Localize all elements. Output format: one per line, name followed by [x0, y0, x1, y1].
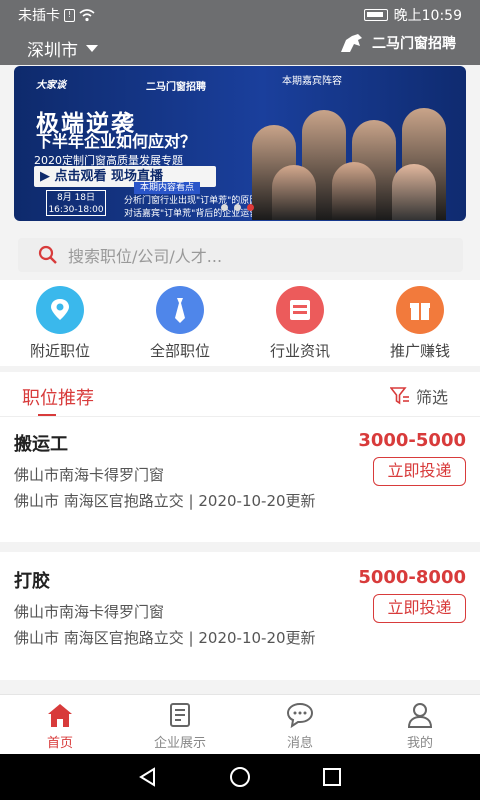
banner-logo-left: 大家谈: [36, 80, 66, 91]
category-industry-news[interactable]: 行业资讯: [240, 280, 360, 366]
search-input[interactable]: 搜索职位/公司/人才...: [18, 238, 463, 272]
filter-icon: [389, 387, 409, 405]
city-selector[interactable]: 深圳市: [27, 36, 98, 61]
category-label: 全部职位: [149, 342, 210, 360]
status-left: 未插卡 !: [18, 5, 95, 25]
recents-icon[interactable]: [321, 766, 343, 788]
banner-date: 8月 18日 16:30-18:00: [46, 190, 106, 216]
home-icon: [48, 704, 72, 727]
city-label: 深圳市: [27, 41, 78, 61]
tab-label: 消息: [286, 736, 313, 751]
category-all-jobs[interactable]: 全部职位: [120, 280, 240, 366]
chat-icon: [286, 702, 314, 729]
category-nearby-jobs[interactable]: 附近职位: [0, 280, 120, 366]
banner-logo-right: 二马门窗招聘: [146, 82, 206, 93]
tab-recommended-jobs[interactable]: 职位推荐: [22, 384, 94, 410]
divider: [0, 680, 480, 694]
banner-question: 下半年企业如何应对？: [36, 132, 197, 151]
banner-date-month: 8月: [56, 193, 72, 203]
category-label: 附近职位: [29, 342, 90, 360]
category-promote-earn[interactable]: 推广赚钱: [360, 280, 480, 366]
tab-label: 我的: [406, 736, 433, 751]
filter-button[interactable]: 筛选: [389, 384, 448, 408]
tab-home[interactable]: 首页: [0, 695, 120, 754]
home-circle-icon[interactable]: [229, 766, 251, 788]
category-grid: 附近职位 全部职位 行业资讯 推广赚钱: [0, 280, 480, 366]
tab-label: 企业展示: [153, 736, 206, 751]
job-salary: 5000-8000: [358, 567, 466, 588]
banner-date-day: 18日: [74, 193, 96, 203]
job-card[interactable]: 打胶 5000-8000 佛山市南海卡得罗门窗 佛山市 南海区官抱路立交 | 2…: [0, 567, 480, 677]
promo-banner[interactable]: 大家谈 二马门窗招聘 本期嘉宾阵容 极端逆袭 下半年企业如何应对？ 2020定制…: [14, 66, 466, 221]
status-bar: 未插卡 ! 晚上10:59: [0, 0, 480, 28]
job-company: 佛山市南海卡得罗门窗: [14, 603, 165, 621]
banner-guests-label: 本期嘉宾阵容: [282, 76, 342, 87]
status-right: 晚上10:59: [363, 5, 462, 25]
apply-button[interactable]: 立即投递: [373, 594, 466, 623]
jobs-section: 职位推荐 筛选 搬运工 3000-5000 佛山市南海卡得罗门窗 佛山市 南海区…: [0, 372, 480, 694]
horse-logo-icon: [341, 34, 362, 52]
bottom-tab-bar: 首页 企业展示 消息 我的: [0, 694, 480, 754]
book-icon: [170, 703, 190, 727]
brand-name: 二马门窗招聘: [372, 36, 456, 52]
job-location: 佛山市 南海区官抱路立交 | 2020-10-20更新: [14, 629, 316, 647]
location-icon: [36, 286, 84, 334]
category-label: 行业资讯: [269, 342, 330, 360]
filter-label: 筛选: [415, 388, 448, 407]
search-icon: [38, 245, 57, 264]
chevron-down-icon: [86, 45, 98, 52]
job-card[interactable]: 搬运工 3000-5000 佛山市南海卡得罗门窗 佛山市 南海区官抱路立交 | …: [0, 430, 480, 540]
divider: [0, 416, 480, 417]
brand-logo: 二马门窗招聘: [338, 32, 456, 54]
battery-icon: [363, 9, 388, 21]
pager-dot[interactable]: [221, 204, 228, 211]
news-icon: [276, 286, 324, 334]
tie-icon: [156, 286, 204, 334]
user-icon: [407, 703, 433, 728]
tab-label: 首页: [46, 736, 73, 751]
apply-button[interactable]: 立即投递: [373, 457, 466, 486]
search-placeholder: 搜索职位/公司/人才...: [68, 247, 223, 266]
tab-company-showcase[interactable]: 企业展示: [120, 695, 240, 754]
wifi-icon: [79, 9, 95, 22]
job-title: 打胶: [14, 571, 50, 592]
carrier-label: 未插卡: [18, 8, 60, 24]
pager-dot-active[interactable]: [247, 204, 254, 211]
job-location: 佛山市 南海区官抱路立交 | 2020-10-20更新: [14, 492, 316, 510]
job-title: 搬运工: [14, 434, 68, 455]
job-salary: 3000-5000: [358, 430, 466, 451]
tab-profile[interactable]: 我的: [360, 695, 480, 754]
gift-icon: [396, 286, 444, 334]
tab-messages[interactable]: 消息: [240, 695, 360, 754]
system-nav-bar: [0, 754, 480, 800]
category-label: 推广赚钱: [389, 342, 450, 360]
status-time: 晚上10:59: [393, 8, 462, 24]
back-icon[interactable]: [137, 766, 159, 788]
banner-guests-photo: [242, 90, 462, 220]
job-company: 佛山市南海卡得罗门窗: [14, 466, 165, 484]
divider: [0, 542, 480, 552]
banner-pager: [221, 204, 254, 211]
banner-date-time: 16:30-18:00: [48, 205, 104, 215]
sim-icon: !: [64, 8, 75, 22]
pager-dot[interactable]: [234, 204, 241, 211]
